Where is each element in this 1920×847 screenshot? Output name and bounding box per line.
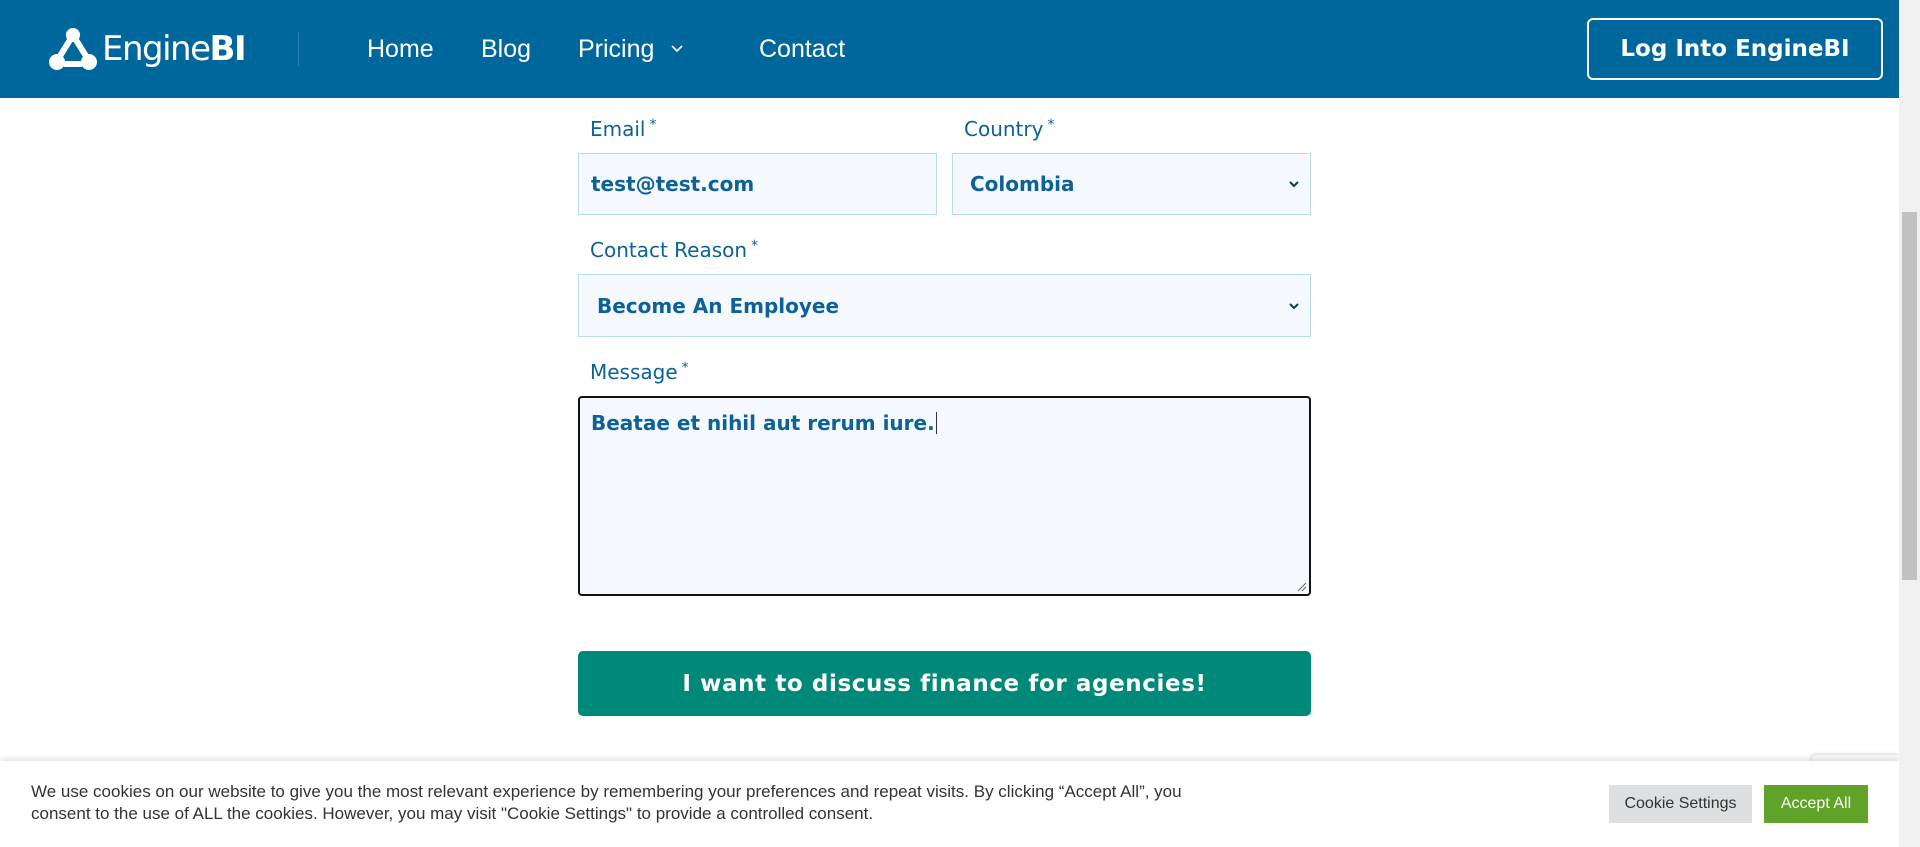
email-label-text: Email [590, 117, 646, 141]
cookie-text-line-2: consent to the use of ALL the cookies. H… [31, 804, 874, 823]
cookie-consent-text: We use cookies on our website to give yo… [31, 781, 1281, 825]
chevron-down-icon [671, 45, 683, 53]
login-button[interactable]: Log Into EngineBI [1587, 18, 1883, 80]
site-header: EngineBI Home Blog Pricing Contact Log I… [0, 0, 1899, 98]
nav-blog-link[interactable]: Blog [481, 0, 531, 98]
resize-grip-icon[interactable] [1297, 582, 1307, 592]
contact-reason-label-text: Contact Reason [590, 238, 748, 262]
scrollbar-thumb[interactable] [1902, 212, 1917, 580]
email-label: Email * [590, 117, 657, 141]
message-value: Beatae et nihil aut rerum iure. [591, 411, 935, 435]
text-cursor [935, 412, 937, 434]
nav-home-link[interactable]: Home [367, 0, 434, 98]
contact-reason-selected-value: Become An Employee [597, 293, 840, 318]
submit-button[interactable]: I want to discuss finance for agencies! [578, 651, 1311, 716]
required-mark: * [681, 360, 689, 376]
contact-reason-select[interactable]: Become An Employee [578, 274, 1311, 337]
message-label-text: Message [590, 360, 678, 384]
cookie-text-line-1: We use cookies on our website to give yo… [31, 782, 1182, 801]
chevron-down-icon [1289, 302, 1299, 309]
logo-text-light: Engine [102, 29, 211, 69]
nav-divider [298, 32, 299, 66]
enginebi-logo-icon [49, 28, 97, 70]
country-label: Country * [964, 117, 1054, 141]
contact-reason-label: Contact Reason * [590, 238, 758, 262]
country-label-text: Country [964, 117, 1044, 141]
nav-pricing-label: Pricing [578, 34, 655, 63]
country-selected-value: Colombia [970, 172, 1075, 196]
required-mark: * [649, 117, 657, 133]
cookie-banner: We use cookies on our website to give yo… [0, 761, 1899, 847]
email-field[interactable]: test@test.com [578, 153, 937, 215]
required-mark: * [751, 238, 759, 254]
cookie-settings-button[interactable]: Cookie Settings [1609, 785, 1752, 823]
nav-pricing-dropdown[interactable]: Pricing [578, 0, 684, 98]
message-label: Message * [590, 360, 689, 384]
chevron-down-icon [1289, 181, 1299, 188]
accept-all-button[interactable]: Accept All [1764, 785, 1868, 823]
nav-contact-link[interactable]: Contact [759, 0, 845, 98]
email-value: test@test.com [591, 172, 755, 196]
logo-text-bold: BI [209, 29, 247, 69]
enginebi-logo[interactable]: EngineBI [48, 26, 247, 72]
country-select[interactable]: Colombia [952, 153, 1311, 215]
required-mark: * [1047, 117, 1055, 133]
message-textarea[interactable]: Beatae et nihil aut rerum iure. [578, 396, 1311, 596]
page-scrollbar[interactable] [1899, 0, 1920, 847]
logo-wordmark: EngineBI [102, 29, 247, 69]
